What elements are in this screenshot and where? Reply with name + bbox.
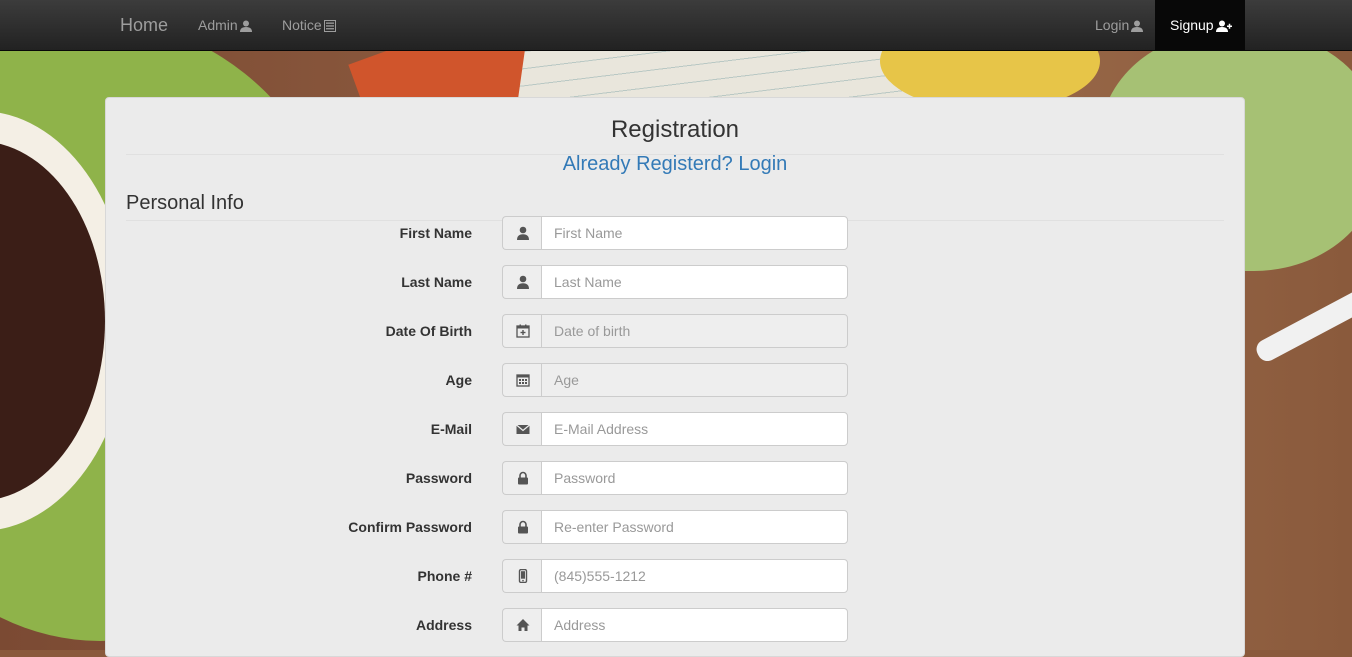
password-input[interactable] [541,461,848,495]
user-icon [502,216,542,250]
lock-icon [502,510,542,544]
last-name-input[interactable] [541,265,848,299]
nav-admin-label: Admin [198,17,238,33]
dob-label: Date Of Birth [385,323,472,339]
address-row: Address [106,608,1246,642]
nav-notice-link[interactable]: Notice [282,0,336,51]
password-row: Password [106,461,1246,495]
envelope-icon [502,412,542,446]
first-name-row: First Name [106,216,1246,250]
calendar-icon [502,363,542,397]
home-icon [502,608,542,642]
phone-label: Phone # [417,568,472,584]
section-title: Personal Info [126,192,244,214]
nav-signup-link[interactable]: Signup [1155,0,1245,51]
confirm-password-label: Confirm Password [348,519,472,535]
email-input[interactable] [541,412,848,446]
user-icon [502,265,542,299]
first-name-input[interactable] [541,216,848,250]
nav-login-label: Login [1095,17,1130,33]
login-link[interactable]: Already Registerd? Login [106,153,1244,176]
dob-row: Date Of Birth [106,314,1246,348]
lock-icon [502,461,542,495]
confirm-password-row: Confirm Password [106,510,1246,544]
list-alt-icon [323,19,336,32]
phone-input[interactable] [541,559,848,593]
registration-panel: Registration Already Registerd? Login Pe… [105,97,1245,657]
last-name-row: Last Name [106,265,1246,299]
nav-admin-link[interactable]: Admin [198,0,252,51]
user-icon [1131,20,1144,32]
nav-signup-label: Signup [1170,17,1214,33]
user-icon [239,20,252,32]
age-label: Age [445,372,472,388]
address-label: Address [415,617,472,633]
age-input[interactable] [541,363,848,397]
phone-icon [502,559,542,593]
last-name-label: Last Name [401,274,472,290]
dob-input[interactable] [541,314,848,348]
age-row: Age [106,363,1246,397]
email-row: E-Mail [106,412,1246,446]
first-name-label: First Name [399,225,472,241]
phone-row: Phone # [106,559,1246,593]
calendar-plus-icon [502,314,542,348]
nav-home-link[interactable]: Home [120,0,168,51]
email-label: E-Mail [430,421,472,437]
password-label: Password [405,470,472,486]
user-add-icon [1215,20,1232,32]
confirm-password-input[interactable] [541,510,848,544]
navbar: Home Admin Notice Login Signup [0,0,1352,51]
address-input[interactable] [541,608,848,642]
nav-login-link[interactable]: Login [1095,0,1144,51]
page-title: Registration [610,116,740,143]
nav-notice-label: Notice [282,17,322,33]
